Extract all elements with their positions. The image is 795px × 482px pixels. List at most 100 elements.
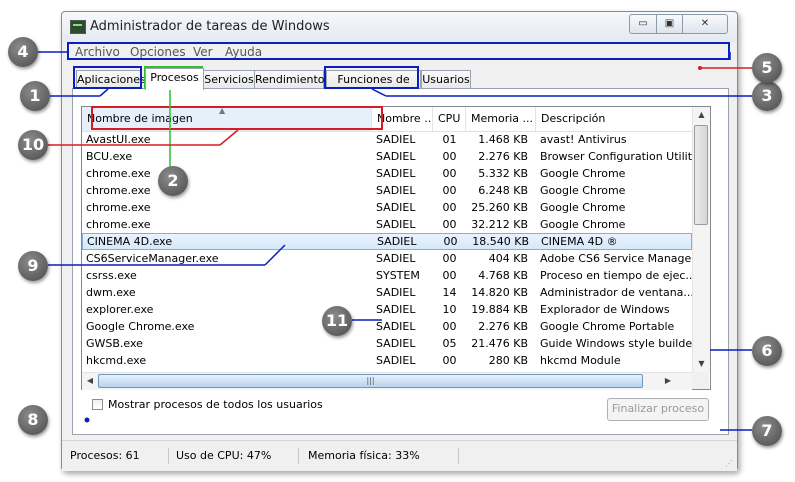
process-row[interactable]: explorer.exe SADIEL 10 19.884 KB Explorador …	[82, 301, 692, 318]
memory-cell: 14.820 KB	[471, 286, 528, 299]
cpu-cell: 05	[442, 337, 457, 350]
scroll-right-icon[interactable]: ▶	[660, 373, 676, 389]
tab-aplicaciones[interactable]: Aplicaciones	[76, 70, 146, 89]
callout-badge-9: 9	[18, 251, 48, 281]
process-name-cell: AvastUI.exe	[86, 133, 151, 146]
user-name-cell: SADIEL	[376, 150, 416, 163]
user-name-cell: SADIEL	[376, 201, 416, 214]
description-cell: CINEMA 4D ®	[541, 235, 618, 248]
process-name-cell: chrome.exe	[86, 201, 151, 214]
column-header-cpu[interactable]: CPU	[433, 107, 466, 131]
process-row[interactable]: dwm.exe SADIEL 14 14.820 KB Administrador de…	[82, 284, 692, 301]
status-memory: Memoria física: 33%	[304, 448, 459, 464]
callout-badge-7: 7	[752, 416, 782, 446]
tab-procesos[interactable]: Procesos	[145, 68, 204, 90]
cpu-cell: 00	[442, 269, 457, 282]
process-name-cell: CS6ServiceManager.exe	[86, 252, 219, 265]
memory-cell: 2.276 KB	[478, 320, 528, 333]
callout-badge-10: 10	[18, 130, 48, 160]
column-header-image-name[interactable]: ▲ Nombre de imagen	[82, 107, 372, 131]
cpu-cell: 00	[442, 354, 457, 367]
user-name-cell: SYSTEM	[376, 269, 420, 282]
cpu-cell: 10	[442, 303, 457, 316]
memory-cell: 404 KB	[488, 252, 528, 265]
description-cell: Google Chrome	[540, 218, 626, 231]
description-cell: Browser Configuration Utility	[540, 150, 692, 163]
description-cell: Google Chrome	[540, 184, 626, 197]
tab-funciones-de-red[interactable]: Funciones de red	[326, 70, 421, 104]
resize-grip-icon[interactable]: ⋰	[725, 459, 735, 469]
callout-badge-11: 11	[322, 306, 352, 336]
memory-cell: 5.332 KB	[478, 167, 528, 180]
process-row[interactable]: csrss.exe SYSTEM 00 4.768 KB Proceso en tiem…	[82, 267, 692, 284]
vertical-scrollbar[interactable]: ▲ ▼	[692, 107, 710, 372]
tab-usuarios[interactable]: Usuarios	[421, 70, 471, 89]
show-all-users-checkbox[interactable]	[92, 399, 103, 410]
process-row[interactable]: chrome.exe SADIEL 00 25.260 KB Google Chrome	[82, 199, 692, 216]
scroll-corner	[692, 372, 709, 389]
cpu-cell: 00	[442, 320, 457, 333]
window-title: Administrador de tareas de Windows	[90, 19, 330, 34]
process-name-cell: chrome.exe	[86, 184, 151, 197]
maximize-button[interactable]: ▣	[656, 14, 683, 34]
title-bar[interactable]: Administrador de tareas de Windows ▭ ▣ ✕	[62, 12, 737, 42]
callout-badge-3: 3	[752, 81, 782, 111]
horizontal-scroll-thumb[interactable]: |||	[98, 374, 643, 388]
column-header-description[interactable]: Descripción	[536, 107, 692, 131]
user-name-cell: SADIEL	[376, 320, 416, 333]
description-cell: Adobe CS6 Service Manager	[540, 252, 692, 265]
process-row[interactable]: hkcmd.exe SADIEL 00 280 KB hkcmd Module	[82, 352, 692, 369]
menu-ayuda[interactable]: Ayuda	[225, 45, 262, 59]
scroll-up-icon[interactable]: ▲	[693, 107, 710, 123]
horizontal-scrollbar[interactable]: ◀ ||| ▶	[82, 372, 692, 390]
tab-servicios[interactable]: Servicios	[203, 70, 255, 89]
task-manager-window: Administrador de tareas de Windows ▭ ▣ ✕…	[61, 11, 738, 471]
process-row[interactable]: CS6ServiceManager.exe SADIEL 00 404 KB Adobe…	[82, 250, 692, 267]
memory-cell: 4.768 KB	[478, 269, 528, 282]
description-cell: Guide Windows style builder	[540, 337, 692, 350]
scroll-down-icon[interactable]: ▼	[693, 356, 710, 372]
column-header-user-name[interactable]: Nombre ...	[372, 107, 433, 131]
process-name-cell: BCU.exe	[86, 150, 133, 163]
tab-rendimiento[interactable]: Rendimiento	[254, 70, 324, 89]
cpu-cell: 01	[442, 133, 457, 146]
callout-badge-5: 5	[752, 53, 782, 83]
memory-cell: 19.884 KB	[471, 303, 528, 316]
cpu-cell: 00	[442, 150, 457, 163]
description-cell: Proceso en tiempo de ejec...	[540, 269, 692, 282]
process-name-cell: csrss.exe	[86, 269, 137, 282]
cpu-cell: 00	[442, 167, 457, 180]
cpu-cell: 00	[442, 184, 457, 197]
memory-cell: 280 KB	[488, 354, 528, 367]
user-name-cell: SADIEL	[376, 286, 416, 299]
description-cell: Google Chrome Portable	[540, 320, 675, 333]
menu-ver[interactable]: Ver	[193, 45, 213, 59]
vertical-scroll-thumb[interactable]	[694, 125, 708, 225]
column-label: Nombre de imagen	[87, 112, 193, 125]
show-all-users-label: Mostrar procesos de todos los usuarios	[108, 398, 323, 411]
process-row[interactable]: chrome.exe SADIEL 00 32.212 KB Google Chrome	[82, 216, 692, 233]
minimize-button[interactable]: ▭	[629, 14, 657, 34]
user-name-cell: SADIEL	[376, 354, 416, 367]
process-row[interactable]: CINEMA 4D.exe SADIEL 00 18.540 KB CINEMA 4D …	[82, 233, 692, 250]
description-cell: avast! Antivirus	[540, 133, 627, 146]
process-name-cell: chrome.exe	[86, 167, 151, 180]
process-name-cell: hkcmd.exe	[86, 354, 147, 367]
menu-archivo[interactable]: Archivo	[75, 45, 120, 59]
user-name-cell: SADIEL	[377, 235, 417, 248]
menu-opciones[interactable]: Opciones	[130, 45, 186, 59]
process-row[interactable]: AvastUI.exe SADIEL 01 1.468 KB avast! Antivi…	[82, 131, 692, 148]
scroll-left-icon[interactable]: ◀	[82, 373, 98, 389]
process-row[interactable]: BCU.exe SADIEL 00 2.276 KB Browser Configura…	[82, 148, 692, 165]
process-row[interactable]: GWSB.exe SADIEL 05 21.476 KB Guide Windows s…	[82, 335, 692, 352]
column-header-memory[interactable]: Memoria ...	[466, 107, 536, 131]
process-row[interactable]: Google Chrome.exe SADIEL 00 2.276 KB Google …	[82, 318, 692, 335]
status-cpu: Uso de CPU: 47%	[172, 448, 299, 464]
process-name-cell: GWSB.exe	[86, 337, 143, 350]
memory-cell: 1.468 KB	[478, 133, 528, 146]
process-list[interactable]: ▲ Nombre de imagen Nombre ... CPU Memori…	[81, 106, 711, 390]
user-name-cell: SADIEL	[376, 303, 416, 316]
end-process-button[interactable]: Finalizar proceso	[607, 398, 709, 421]
sort-ascending-icon: ▲	[219, 107, 226, 115]
close-button[interactable]: ✕	[682, 14, 728, 34]
